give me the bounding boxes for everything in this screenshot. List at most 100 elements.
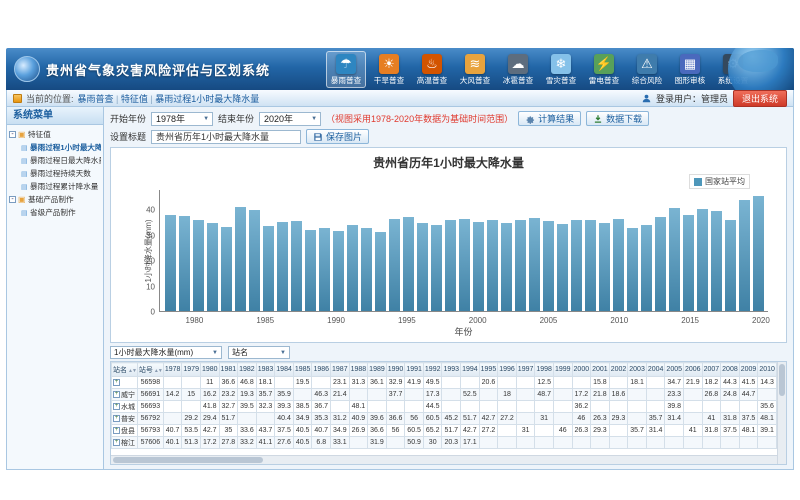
col-year[interactable]: 2006	[684, 363, 703, 377]
value-cell: 37.7	[386, 389, 405, 401]
col-year[interactable]: 2002	[609, 363, 628, 377]
nav-item-wind[interactable]: ≋大风普查	[455, 51, 495, 88]
col-year[interactable]: 1980	[200, 363, 219, 377]
col-year[interactable]: 2001	[591, 363, 610, 377]
tree-folder[interactable]: -▣基础产品制作	[9, 193, 101, 206]
value-cell: 36.2	[572, 401, 591, 413]
brand: 贵州省气象灾害风险评估与区划系统	[6, 56, 326, 82]
horizontal-scrollbar-thumb[interactable]	[113, 457, 263, 463]
col-year[interactable]: 2010	[758, 363, 777, 377]
col-year[interactable]: 1989	[368, 363, 387, 377]
tree-item[interactable]: ▤暴雨过程1小时最大降水量	[9, 141, 101, 154]
col-year[interactable]: 2009	[739, 363, 758, 377]
calculate-button[interactable]: 计算结果	[518, 111, 581, 126]
value-cell: 18.1	[628, 377, 647, 389]
end-year-select[interactable]: 2020年 ▼	[259, 112, 321, 126]
col-year[interactable]: 1983	[256, 363, 275, 377]
collapse-icon[interactable]: -	[9, 131, 16, 138]
chart-title-input[interactable]	[151, 130, 301, 144]
col-year[interactable]: 1987	[331, 363, 350, 377]
value-cell: 48.1	[758, 413, 777, 425]
expand-row-icon[interactable]: +	[113, 403, 120, 410]
col-station-id[interactable]: 站号▲▼	[137, 363, 163, 377]
nav-item-label: 暴雨普查	[331, 75, 361, 85]
expand-row-icon[interactable]: +	[113, 415, 120, 422]
col-year[interactable]: 1997	[516, 363, 535, 377]
collapse-icon[interactable]: -	[9, 196, 16, 203]
col-year[interactable]: 2005	[665, 363, 684, 377]
value-cell: 20.6	[479, 377, 498, 389]
nav-item-lightning[interactable]: ⚡雷电普查	[584, 51, 624, 88]
sort-icon[interactable]: ▲▼	[128, 368, 136, 374]
col-year[interactable]: 1990	[386, 363, 405, 377]
col-year[interactable]: 1992	[423, 363, 442, 377]
value-cell: 41	[684, 425, 703, 437]
tree-item[interactable]: ▤暴雨过程日最大降水量	[9, 154, 101, 167]
chart-bar	[501, 223, 512, 311]
col-year[interactable]: 1991	[405, 363, 424, 377]
col-year[interactable]: 1982	[238, 363, 257, 377]
tree-item-label: 省级产品制作	[30, 207, 76, 217]
col-year[interactable]: 1996	[498, 363, 517, 377]
col-year[interactable]: 1979	[182, 363, 201, 377]
col-year[interactable]: 1995	[479, 363, 498, 377]
value-cell: 31	[535, 413, 554, 425]
col-year[interactable]: 2007	[702, 363, 721, 377]
nav-item-hail[interactable]: ☁冰雹普查	[498, 51, 538, 88]
col-year[interactable]: 1985	[293, 363, 312, 377]
horizontal-scrollbar[interactable]	[111, 455, 777, 464]
value-cell: 50.9	[405, 437, 424, 449]
col-year[interactable]: 1998	[535, 363, 554, 377]
value-cell: 31.2	[331, 413, 350, 425]
nav-item-map-review[interactable]: ▦图形审核	[670, 51, 710, 88]
tree-item[interactable]: ▤暴雨过程累计降水量	[9, 180, 101, 193]
expand-row-icon[interactable]: +	[113, 391, 120, 398]
risk-icon: ⚠	[637, 54, 657, 74]
variable-filter-select[interactable]: 1小时最大降水量(mm) ▼	[110, 346, 222, 359]
breadcrumb-item[interactable]: 暴雨过程1小时最大降水量	[155, 94, 259, 104]
col-year[interactable]: 1999	[553, 363, 572, 377]
col-year[interactable]: 2003	[628, 363, 647, 377]
station-filter-select[interactable]: 站名 ▼	[228, 346, 290, 359]
station-name-cell: +普安	[112, 413, 138, 425]
plot-area: 1小时降水量(mm) 010203040 1980198519901995200…	[159, 190, 768, 312]
expand-row-icon[interactable]: +	[113, 439, 120, 446]
sort-icon[interactable]: ▲▼	[154, 368, 162, 374]
logout-button[interactable]: 退出系统	[733, 90, 787, 107]
data-download-button[interactable]: 数据下载	[586, 111, 649, 126]
breadcrumb-item[interactable]: 暴雨普查	[78, 94, 114, 104]
col-year[interactable]: 1984	[275, 363, 294, 377]
breadcrumb-item[interactable]: 特征值	[121, 94, 148, 104]
expand-row-icon[interactable]: +	[113, 427, 120, 434]
tree-item[interactable]: ▤省级产品制作	[9, 206, 101, 219]
nav-item-snow[interactable]: ❄雪灾普查	[541, 51, 581, 88]
vertical-scrollbar-thumb[interactable]	[779, 364, 785, 396]
col-year[interactable]: 1988	[349, 363, 368, 377]
col-year[interactable]: 2000	[572, 363, 591, 377]
download-icon	[593, 114, 603, 124]
expand-row-icon[interactable]: +	[113, 379, 120, 386]
start-year-select[interactable]: 1978年 ▼	[151, 112, 213, 126]
nav-item-drought[interactable]: ☀干旱普查	[369, 51, 409, 88]
col-year[interactable]: 1978	[163, 363, 182, 377]
col-station-name[interactable]: 站名▲▼	[112, 363, 138, 377]
tree-item[interactable]: ▤暴雨过程持续天数	[9, 167, 101, 180]
breadcrumb-bar: 当前的位置: 暴雨普查 | 特征值 | 暴雨过程1小时最大降水量 登录用户：管理…	[6, 90, 794, 107]
value-cell: 39.3	[275, 401, 294, 413]
col-year[interactable]: 2004	[646, 363, 665, 377]
save-image-button[interactable]: 保存图片	[306, 129, 369, 144]
chart-bar	[515, 220, 526, 311]
col-year[interactable]: 1994	[461, 363, 480, 377]
value-cell: 51.7	[442, 425, 461, 437]
nav-item-high-temp[interactable]: ♨高温普查	[412, 51, 452, 88]
station-name-cell: +榕江	[112, 437, 138, 449]
vertical-scrollbar[interactable]	[777, 362, 786, 464]
range-note: （视图采用1978-2020年数据为基础时间范围）	[326, 112, 513, 125]
col-year[interactable]: 1993	[442, 363, 461, 377]
col-year[interactable]: 1986	[312, 363, 331, 377]
nav-item-rainstorm[interactable]: ☂暴雨普查	[326, 51, 366, 88]
col-year[interactable]: 2008	[721, 363, 740, 377]
nav-item-risk[interactable]: ⚠综合风险	[627, 51, 667, 88]
tree-folder[interactable]: -▣特征值	[9, 128, 101, 141]
col-year[interactable]: 1981	[219, 363, 238, 377]
